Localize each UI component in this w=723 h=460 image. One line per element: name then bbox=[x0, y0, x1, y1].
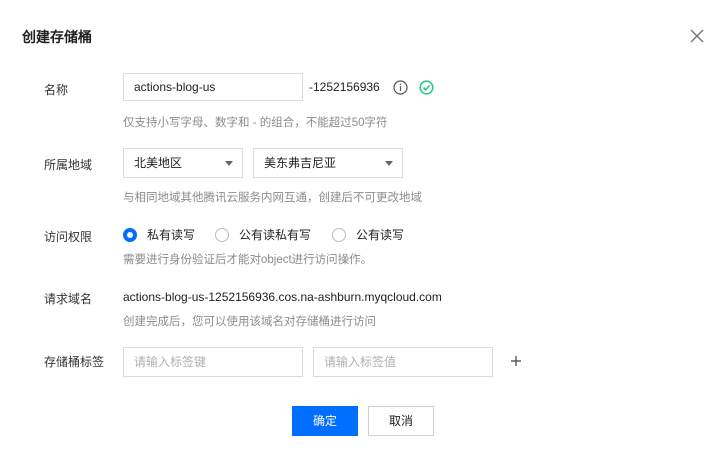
access-hint: 需要进行身份验证后才能对object进行访问操作。 bbox=[123, 254, 373, 266]
access-label: 访问权限 bbox=[44, 230, 93, 244]
radio-unchecked-icon bbox=[215, 227, 229, 242]
region-label: 所属地域 bbox=[44, 158, 93, 172]
name-label: 名称 bbox=[44, 83, 69, 97]
info-icon[interactable] bbox=[393, 80, 408, 95]
tag-value-input[interactable]: 请输入标签值 bbox=[313, 347, 493, 377]
check-valid-icon bbox=[419, 80, 434, 95]
region-hint: 与相同地域其他腾讯云服务内网互通，创建后不可更改地域 bbox=[123, 192, 422, 204]
chevron-down-icon bbox=[225, 161, 233, 166]
radio-unchecked-icon bbox=[332, 227, 346, 242]
close-icon[interactable] bbox=[687, 26, 707, 46]
request-domain: actions-blog-us-1252156936.cos.na-ashbur… bbox=[123, 290, 442, 304]
tags-label: 存储桶标签 bbox=[44, 355, 105, 369]
confirm-button[interactable]: 确定 bbox=[292, 406, 358, 436]
appid-suffix: -1252156936 bbox=[309, 80, 380, 94]
tag-key-input[interactable]: 请输入标签键 bbox=[123, 347, 303, 377]
domain-hint: 创建完成后，您可以使用该域名对存储桶进行访问 bbox=[123, 316, 376, 328]
region-area-select[interactable]: 北美地区 bbox=[123, 148, 243, 178]
radio-public-r-private-w[interactable]: 公有读私有写 bbox=[215, 226, 311, 243]
domain-label: 请求域名 bbox=[44, 292, 93, 306]
chevron-down-icon bbox=[385, 161, 393, 166]
region-city-value: 美东弗吉尼亚 bbox=[264, 156, 337, 170]
dialog-title: 创建存储桶 bbox=[22, 29, 92, 45]
radio-label: 公有读私有写 bbox=[239, 228, 312, 242]
radio-private-rw[interactable]: 私有读写 bbox=[123, 226, 195, 243]
region-city-select[interactable]: 美东弗吉尼亚 bbox=[253, 148, 403, 178]
region-area-value: 北美地区 bbox=[134, 156, 183, 170]
radio-public-rw[interactable]: 公有读写 bbox=[332, 226, 404, 243]
add-tag-icon[interactable] bbox=[509, 354, 523, 368]
radio-label: 公有读写 bbox=[356, 228, 405, 242]
bucket-name-input[interactable]: actions-blog-us bbox=[123, 73, 303, 101]
cancel-button[interactable]: 取消 bbox=[368, 406, 434, 436]
name-hint: 仅支持小写字母、数字和 - 的组合，不能超过50字符 bbox=[123, 117, 388, 129]
radio-label: 私有读写 bbox=[147, 228, 196, 242]
radio-checked-icon bbox=[123, 227, 137, 242]
